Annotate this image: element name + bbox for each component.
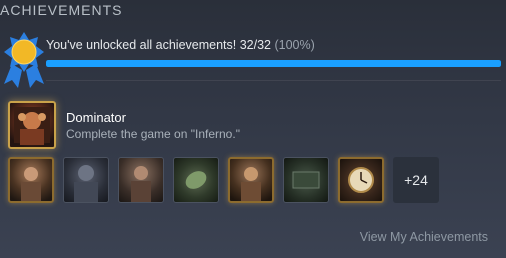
divider [46, 80, 501, 81]
achievement-icon-7[interactable] [338, 157, 384, 203]
achievement-icon-5[interactable] [228, 157, 274, 203]
achievement-icon-3[interactable] [118, 157, 164, 203]
more-achievements-button[interactable]: +24 [393, 157, 439, 203]
unlock-summary-text: You've unlocked all achievements! 32/32 [46, 38, 271, 52]
featured-achievement-title: Dominator [66, 110, 126, 125]
achievement-progress-bar [46, 60, 501, 67]
achievement-icon-2[interactable] [63, 157, 109, 203]
achievements-header: ACHIEVEMENTS [0, 2, 123, 18]
featured-achievement-description: Complete the game on "Inferno." [66, 127, 240, 141]
achievement-icon-6[interactable] [283, 157, 329, 203]
unlock-percent: (100%) [274, 38, 315, 52]
view-my-achievements-link[interactable]: View My Achievements [360, 230, 488, 244]
completion-badge-icon [2, 28, 46, 92]
dominator-achievement-icon[interactable] [8, 101, 56, 149]
unlock-summary: You've unlocked all achievements! 32/32 … [46, 38, 315, 52]
achievement-progress-fill [46, 60, 501, 67]
achievement-icon-1[interactable] [8, 157, 54, 203]
achievement-icon-row: +24 [8, 157, 439, 205]
achievement-icon-4[interactable] [173, 157, 219, 203]
